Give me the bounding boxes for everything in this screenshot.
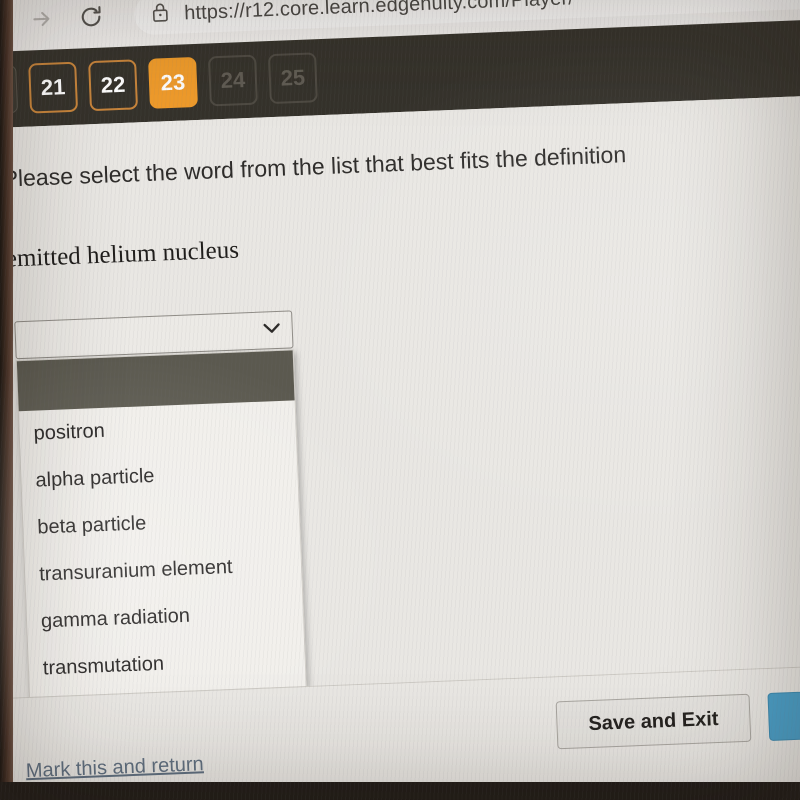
reload-icon[interactable] <box>74 0 109 35</box>
question-tab-24: 24 <box>208 54 258 107</box>
monitor-bezel-left <box>0 0 13 800</box>
definition-text: emitted helium nucleus <box>5 236 240 273</box>
question-tab-23[interactable]: 23 <box>148 56 198 109</box>
answer-select-value <box>26 331 262 340</box>
question-page: Please select the word from the list tha… <box>0 94 800 800</box>
question-tab-label: 24 <box>220 67 246 94</box>
question-tab-label: 23 <box>160 69 186 96</box>
url-text: https://r12.core.learn.edgenuity.com/Pla… <box>183 0 575 24</box>
monitor-photo: https://r12.core.learn.edgenuity.com/Pla… <box>0 0 800 800</box>
screen-surface: https://r12.core.learn.edgenuity.com/Pla… <box>0 0 800 800</box>
answer-option-list[interactable]: positron alpha particle beta particle tr… <box>15 349 307 699</box>
question-tab-22[interactable]: 22 <box>88 59 139 112</box>
forward-arrow-icon <box>24 1 59 36</box>
save-and-exit-button[interactable]: Save and Exit <box>555 693 752 750</box>
save-and-exit-label: Save and Exit <box>588 707 719 735</box>
question-tab-label: 21 <box>40 74 66 101</box>
chevron-down-icon <box>261 320 282 340</box>
option-transmutation[interactable]: transmutation <box>28 635 306 693</box>
monitor-bezel-bottom <box>0 782 800 800</box>
question-tab-25: 25 <box>267 52 318 105</box>
next-button[interactable]: Next <box>767 687 800 741</box>
lock-icon <box>150 0 171 28</box>
question-tab-label: 25 <box>280 64 306 91</box>
mark-this-and-return-link[interactable]: Mark this and return <box>25 753 204 783</box>
question-tab-21[interactable]: 21 <box>28 61 79 114</box>
question-prompt: Please select the word from the list tha… <box>2 141 627 192</box>
question-tab-label: 22 <box>100 71 126 98</box>
